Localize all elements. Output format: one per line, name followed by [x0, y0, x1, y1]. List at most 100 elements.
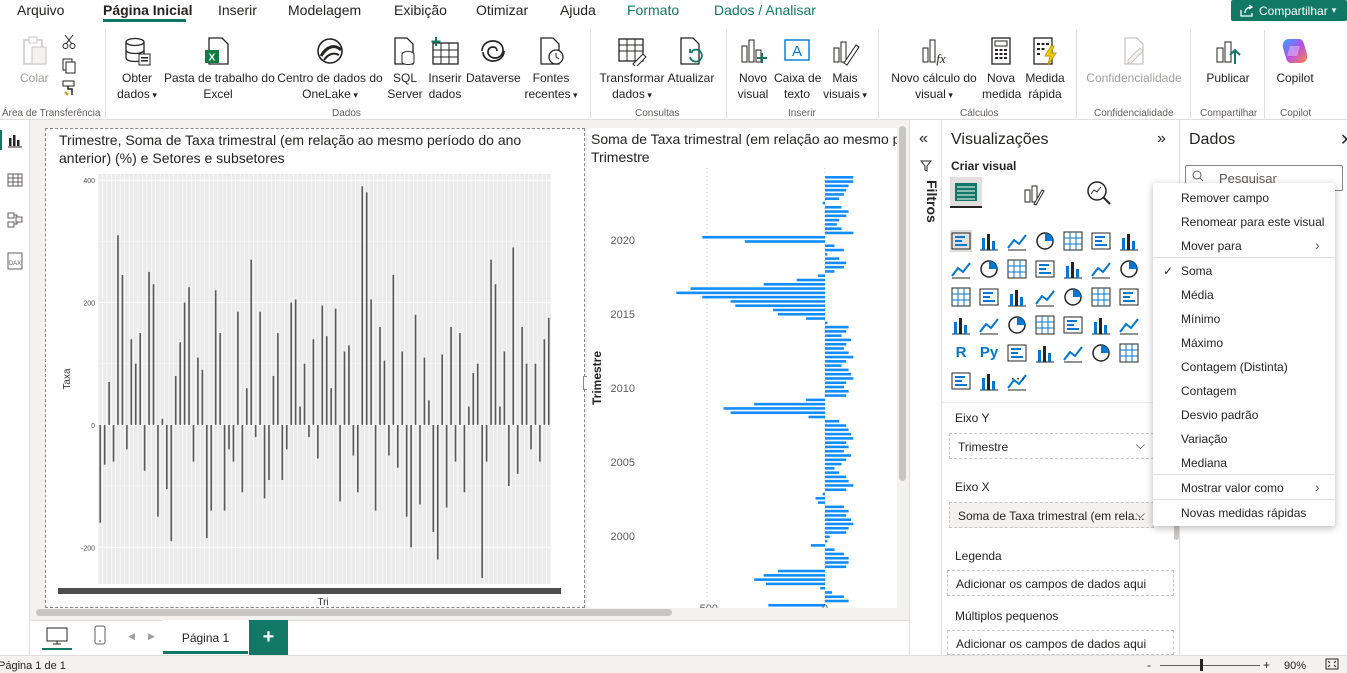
publish-button[interactable]: Publicar	[1200, 36, 1256, 86]
desktop-view-icon[interactable]	[46, 627, 68, 648]
quick-measure-button[interactable]: Medida rápida	[1022, 36, 1068, 102]
new-visual-button[interactable]: Novo visual	[732, 36, 774, 102]
small-multiples-field-drop[interactable]: Adicionar os campos de dados aqui	[947, 630, 1174, 655]
line-clustered-column-icon[interactable]	[1034, 258, 1056, 280]
filters-pane-collapsed[interactable]: « Filtros	[909, 120, 941, 655]
power-apps-icon[interactable]	[978, 370, 1000, 392]
paginated-report-icon[interactable]	[1118, 342, 1140, 364]
decomposition-tree-icon[interactable]	[1034, 342, 1056, 364]
model-view-icon[interactable]	[7, 212, 23, 231]
page-tab-1[interactable]: Página 1	[163, 620, 248, 654]
sql-server-button[interactable]: SQL Server	[386, 36, 424, 102]
context-menu-item[interactable]: Soma	[1181, 264, 1212, 278]
menu-exibicao[interactable]: Exibição	[394, 2, 447, 18]
context-menu-item[interactable]: Mediana	[1181, 456, 1227, 470]
menu-arquivo[interactable]: Arquivo	[17, 2, 64, 18]
context-menu-item[interactable]: Variação	[1181, 432, 1227, 446]
slicer-icon[interactable]	[1062, 314, 1084, 336]
filled-map-icon[interactable]	[1090, 286, 1112, 308]
menu-pagina-inicial[interactable]: Página Inicial	[103, 2, 192, 18]
waterfall-chart-icon[interactable]	[1090, 258, 1112, 280]
metrics-icon[interactable]	[950, 370, 972, 392]
new-visual-calc-button[interactable]: fx Novo cálculo do visual ▾	[888, 36, 980, 103]
context-menu-item[interactable]: Mostrar valor como	[1181, 481, 1284, 495]
key-influencers-icon[interactable]	[1006, 342, 1028, 364]
fit-to-page-icon[interactable]	[1325, 658, 1339, 673]
visual-r-chart[interactable]: Trimestre, Soma de Taxa trimestral (em r…	[45, 128, 585, 608]
excel-workbook-button[interactable]: X Pasta de trabalho do Excel	[164, 36, 275, 102]
menu-otimizar[interactable]: Otimizar	[476, 2, 528, 18]
table-view-icon[interactable]	[7, 172, 23, 191]
mobile-view-icon[interactable]	[94, 625, 106, 648]
100-stacked-column-chart-icon[interactable]	[1090, 230, 1112, 252]
treemap-icon[interactable]	[1034, 286, 1056, 308]
horizontal-scrollbar[interactable]	[36, 609, 672, 616]
context-menu-item[interactable]: Mover para	[1181, 239, 1242, 253]
scatter-chart-icon[interactable]	[950, 286, 972, 308]
more-visuals-button[interactable]: Mais visuais ▾	[822, 36, 868, 103]
pie-chart-icon[interactable]	[978, 286, 1000, 308]
report-view-icon[interactable]	[7, 132, 23, 151]
zoom-out-button[interactable]: -	[1147, 658, 1151, 672]
zoom-slider-thumb[interactable]	[1200, 659, 1203, 671]
map-icon[interactable]	[1062, 286, 1084, 308]
zoom-slider-track[interactable]	[1160, 665, 1260, 666]
new-measure-button[interactable]: Nova medida	[982, 36, 1021, 102]
context-menu-item[interactable]: Desvio padrão	[1181, 408, 1258, 422]
expand-right-icon[interactable]: »	[1157, 130, 1166, 148]
context-menu-item[interactable]: Renomear para este visual	[1181, 215, 1324, 229]
donut-chart-icon[interactable]	[1006, 286, 1028, 308]
card-icon[interactable]	[978, 314, 1000, 336]
stacked-bar-chart-icon[interactable]	[950, 230, 972, 252]
clustered-bar-chart-icon[interactable]	[1006, 230, 1028, 252]
textbox-button[interactable]: A Caixa de texto	[774, 36, 821, 102]
zoom-in-button[interactable]: +	[1263, 658, 1270, 672]
menu-inserir[interactable]: Inserir	[218, 2, 257, 18]
matrix-icon[interactable]	[1118, 314, 1140, 336]
gauge-icon[interactable]	[950, 314, 972, 336]
get-data-button[interactable]: Obter dados ▾	[115, 36, 159, 103]
format-painter-icon[interactable]	[62, 80, 78, 99]
x-axis-field[interactable]: Soma de Taxa trimestral (em rela... ⌵	[949, 502, 1154, 528]
r-visual-icon[interactable]: R	[950, 342, 972, 364]
line-stacked-column-icon[interactable]	[1006, 258, 1028, 280]
dataverse-button[interactable]: Dataverse	[466, 36, 521, 86]
context-menu-item[interactable]: Contagem (Distinta)	[1181, 360, 1288, 374]
stacked-area-chart-icon[interactable]	[978, 258, 1000, 280]
scroll-right-icon[interactable]: ▶	[148, 631, 155, 642]
smart-narrative-icon[interactable]	[1090, 342, 1112, 364]
legend-field-drop[interactable]: Adicionar os campos de dados aqui	[947, 570, 1174, 596]
context-menu-item[interactable]: Média	[1181, 288, 1214, 302]
line-chart-icon[interactable]	[1118, 230, 1140, 252]
context-menu-item[interactable]: Remover campo	[1181, 191, 1269, 205]
stacked-column-chart-icon[interactable]	[978, 230, 1000, 252]
context-menu-item[interactable]: Mínimo	[1181, 312, 1220, 326]
share-button[interactable]: Compartilhar ▾	[1231, 0, 1347, 21]
close-icon[interactable]: ✕	[1340, 130, 1347, 150]
chevron-down-icon[interactable]: ⌵	[1136, 507, 1145, 522]
context-menu-item[interactable]: Contagem	[1181, 384, 1236, 398]
add-page-button[interactable]: +	[249, 620, 288, 655]
chevron-down-icon[interactable]: ⌵	[1136, 438, 1145, 453]
cut-icon[interactable]	[62, 34, 76, 53]
context-menu-item[interactable]: Máximo	[1181, 336, 1223, 350]
enter-data-button[interactable]: Inserir dados	[426, 36, 464, 102]
clustered-column-chart-icon[interactable]	[1034, 230, 1056, 252]
qa-icon[interactable]	[1062, 342, 1084, 364]
python-visual-icon[interactable]: Py	[978, 342, 1000, 364]
refresh-button[interactable]: Atualizar	[666, 36, 716, 86]
y-axis-field[interactable]: Trimestre ⌵	[949, 433, 1154, 459]
azure-map-icon[interactable]	[1118, 286, 1140, 308]
100-stacked-bar-chart-icon[interactable]	[1062, 230, 1084, 252]
build-visual-tab[interactable]	[950, 177, 982, 208]
more-visuals-icon[interactable]: ···	[1010, 370, 1026, 388]
scroll-left-icon[interactable]: ◀	[128, 631, 135, 642]
menu-modelagem[interactable]: Modelagem	[288, 2, 361, 18]
analytics-icon[interactable]	[1086, 180, 1112, 209]
onelake-button[interactable]: Centro de dados do OneLake ▾	[276, 36, 384, 103]
paste-button[interactable]: Colar	[20, 36, 49, 86]
kpi-icon[interactable]	[1034, 314, 1056, 336]
format-visual-icon[interactable]	[1022, 182, 1046, 209]
visual-bar-chart-by-quarter[interactable]: Soma de Taxa trimestral (em relação ao m…	[587, 128, 897, 608]
menu-dados-analisar[interactable]: Dados / Analisar	[714, 2, 816, 18]
